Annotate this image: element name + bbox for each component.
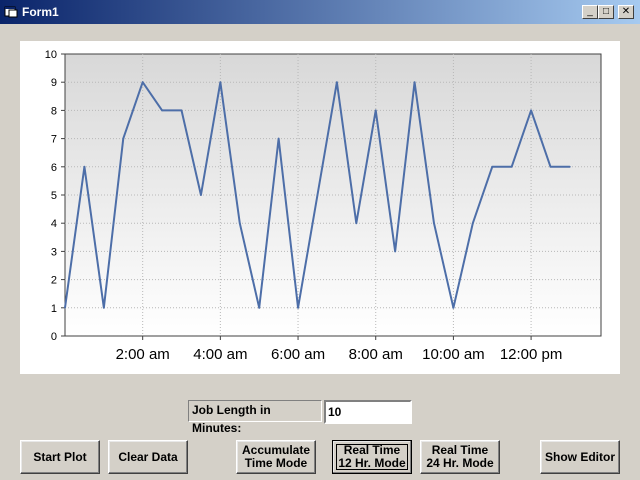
window-title: Form1	[22, 5, 59, 19]
data-point	[472, 222, 474, 224]
minimize-button[interactable]: _	[582, 5, 598, 19]
data-point	[433, 222, 435, 224]
data-point	[277, 137, 280, 140]
y-tick-label: 8	[51, 105, 57, 117]
y-tick-label: 4	[51, 218, 57, 230]
job-length-input[interactable]	[324, 400, 412, 424]
data-point	[83, 166, 86, 168]
x-tick-label: 6:00 am	[271, 346, 325, 363]
accumulate-time-mode-button[interactable]: Accumulate Time Mode	[236, 440, 316, 474]
data-point	[141, 81, 144, 83]
line-chart: 0 1 2 3 4 5 6 7 8 9 10 2:00 am 4:00 am 6:00 am 8:00 a…	[45, 49, 602, 363]
data-point	[569, 166, 571, 168]
data-point	[530, 109, 532, 112]
data-point	[64, 307, 66, 309]
data-point	[219, 81, 222, 83]
x-tick-label: 8:00 am	[349, 346, 403, 363]
maximize-button[interactable]: □	[598, 5, 614, 19]
data-point	[336, 81, 338, 83]
chart-panel: 0 1 2 3 4 5 6 7 8 9 10 2:00 am 4:00 am 6:00 am 8:00 a…	[20, 41, 620, 374]
data-point	[258, 307, 261, 309]
data-point	[413, 81, 416, 83]
data-point	[161, 109, 163, 112]
title-bar[interactable]: Form1 _ □ ✕	[0, 0, 640, 24]
y-tick-label: 0	[51, 331, 57, 343]
x-tick-label: 2:00 am	[116, 346, 170, 363]
y-tick-label: 10	[45, 49, 57, 61]
data-point	[394, 250, 396, 253]
start-plot-button[interactable]: Start Plot	[20, 440, 100, 474]
data-point	[316, 194, 319, 196]
y-tick-label: 9	[51, 77, 57, 89]
x-axis: 2:00 am 4:00 am 6:00 am 8:00 am 10:00 am 12:0…	[116, 336, 563, 363]
data-point	[491, 166, 494, 168]
y-tick-label: 7	[51, 134, 57, 146]
job-length-label: Job Length in Minutes:	[188, 400, 322, 435]
data-point	[297, 307, 299, 309]
y-tick-label: 2	[51, 275, 57, 287]
x-tick-label: 4:00 am	[193, 346, 247, 363]
x-tick-label: 12:00 pm	[500, 346, 563, 363]
app-icon	[4, 6, 18, 18]
y-tick-label: 3	[51, 246, 57, 258]
y-tick-label: 6	[51, 162, 57, 174]
y-axis: 0 1 2 3 4 5 6 7 8 9 10	[45, 49, 65, 343]
x-tick-label: 10:00 am	[422, 346, 485, 363]
y-tick-label: 5	[51, 190, 57, 202]
data-point	[180, 109, 183, 112]
data-point	[103, 307, 105, 309]
data-point	[200, 194, 202, 196]
data-point	[374, 109, 377, 112]
real-time-24hr-button[interactable]: Real Time 24 Hr. Mode	[420, 440, 500, 474]
close-button[interactable]: ✕	[618, 5, 634, 19]
data-point	[452, 307, 455, 309]
data-point	[238, 222, 241, 224]
real-time-12hr-button[interactable]: Real Time 12 Hr. Mode	[332, 440, 412, 474]
y-tick-label: 1	[51, 303, 57, 315]
data-point	[122, 137, 125, 140]
data-point	[355, 222, 358, 224]
data-point	[510, 166, 513, 168]
clear-data-button[interactable]: Clear Data	[108, 440, 188, 474]
show-editor-button[interactable]: Show Editor	[540, 440, 620, 474]
data-point	[549, 166, 552, 168]
